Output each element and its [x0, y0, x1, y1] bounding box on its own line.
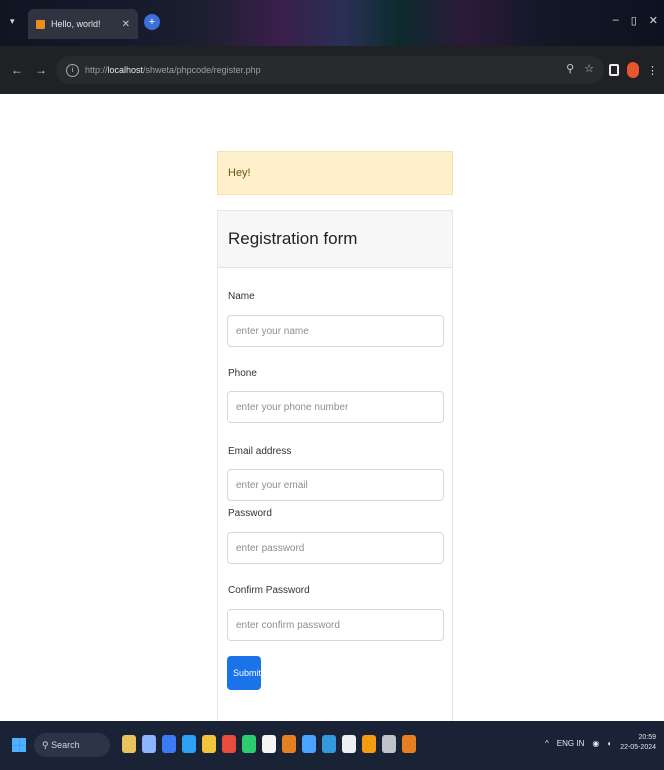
password-input[interactable]: [227, 532, 444, 564]
app-doc-icon[interactable]: [342, 735, 356, 753]
password-label: Password: [228, 508, 272, 519]
submit-button[interactable]: Submit: [227, 656, 261, 690]
app-orange-icon[interactable]: [282, 735, 296, 753]
name-input[interactable]: [227, 315, 444, 347]
confirm-password-label: Confirm Password: [228, 585, 310, 596]
clock-date: 22-05-2024: [620, 744, 656, 751]
vscode-icon[interactable]: [302, 735, 316, 753]
chrome-icon[interactable]: [242, 735, 256, 753]
taskbar-apps: [122, 735, 416, 753]
minimize-button[interactable]: –: [613, 14, 619, 27]
page-content: Hey! Registration form Name Phone Email …: [0, 94, 664, 730]
new-tab-button[interactable]: +: [144, 14, 160, 30]
browser-titlebar: ▾ Hello, world! ✕ + – ▯ ✕: [0, 0, 664, 46]
site-info-icon[interactable]: i: [66, 63, 79, 77]
confirm-password-input[interactable]: [227, 609, 444, 641]
extensions-icon[interactable]: [609, 64, 619, 76]
windows-start-icon[interactable]: [12, 738, 26, 752]
language-indicator[interactable]: ENG IN: [557, 739, 585, 748]
address-bar[interactable]: i http:// localhost /shweta/phpcode/regi…: [56, 56, 604, 84]
app-red-icon[interactable]: [222, 735, 236, 753]
browser-tab[interactable]: Hello, world! ✕: [28, 9, 138, 39]
store-icon[interactable]: [162, 735, 176, 753]
search-icon: ⚲: [42, 739, 52, 750]
phone-label: Phone: [228, 368, 257, 379]
omnibox-actions: ⚲ ☆: [566, 62, 594, 75]
widgets-icon[interactable]: [122, 735, 136, 753]
forward-icon[interactable]: →: [34, 63, 48, 77]
clock-time: 20:59: [638, 734, 656, 741]
zoom-icon[interactable]: ⚲: [566, 62, 574, 75]
app-blue-icon[interactable]: [322, 735, 336, 753]
browser-toolbar: ← → ↻ i http:// localhost /shweta/phpcod…: [0, 46, 664, 94]
profile-avatar[interactable]: [627, 62, 639, 78]
url-path: /shweta/phpcode/register.php: [143, 65, 261, 75]
chevron-up-icon[interactable]: ^: [545, 739, 549, 748]
app-chrome-2-icon[interactable]: [362, 735, 376, 753]
email-label: Email address: [228, 446, 292, 457]
phone-input[interactable]: [227, 391, 444, 423]
name-label: Name: [228, 291, 255, 302]
clock[interactable]: 20:59 22-05-2024: [620, 733, 656, 753]
browser-menu-icon[interactable]: ⋮: [647, 64, 658, 77]
tab-title: Hello, world!: [51, 19, 101, 29]
toolbar-right: ⋮: [609, 62, 658, 78]
restore-button[interactable]: ▯: [631, 14, 637, 27]
app-gray-icon[interactable]: [382, 735, 396, 753]
favicon-icon: [36, 19, 45, 29]
taskbar-search[interactable]: ⚲ Search: [34, 733, 110, 757]
file-explorer-icon[interactable]: [142, 735, 156, 753]
back-icon[interactable]: ←: [10, 63, 24, 77]
taskbar: ⚲ Search ^ ENG IN ◉ ◐ 20:59 22-05-2024: [0, 721, 664, 770]
alert-text: Hey!: [228, 167, 251, 179]
card-header: Registration form: [218, 211, 452, 268]
email-input[interactable]: [227, 469, 444, 501]
bookmark-star-icon[interactable]: ☆: [584, 62, 594, 75]
alert-warning: Hey!: [217, 151, 453, 195]
network-icon[interactable]: ◉: [592, 739, 599, 748]
notepad-icon[interactable]: [262, 735, 276, 753]
url-scheme: http://: [85, 65, 108, 75]
form-title: Registration form: [228, 229, 358, 248]
close-window-button[interactable]: ✕: [649, 14, 658, 27]
system-tray: ^ ENG IN ◉ ◐ 20:59 22-05-2024: [545, 733, 656, 753]
window-controls: – ▯ ✕: [613, 14, 658, 27]
tab-search-icon[interactable]: ▾: [10, 16, 15, 27]
app-store-2-icon[interactable]: [402, 735, 416, 753]
edge-icon[interactable]: [182, 735, 196, 753]
tab-close-icon[interactable]: ✕: [122, 19, 130, 30]
registration-card: Registration form Name Phone Email addre…: [217, 210, 453, 730]
folder-icon[interactable]: [202, 735, 216, 753]
url-host: localhost: [107, 65, 144, 75]
volume-icon[interactable]: ◐: [607, 739, 612, 748]
taskbar-search-label: Search: [51, 740, 80, 750]
